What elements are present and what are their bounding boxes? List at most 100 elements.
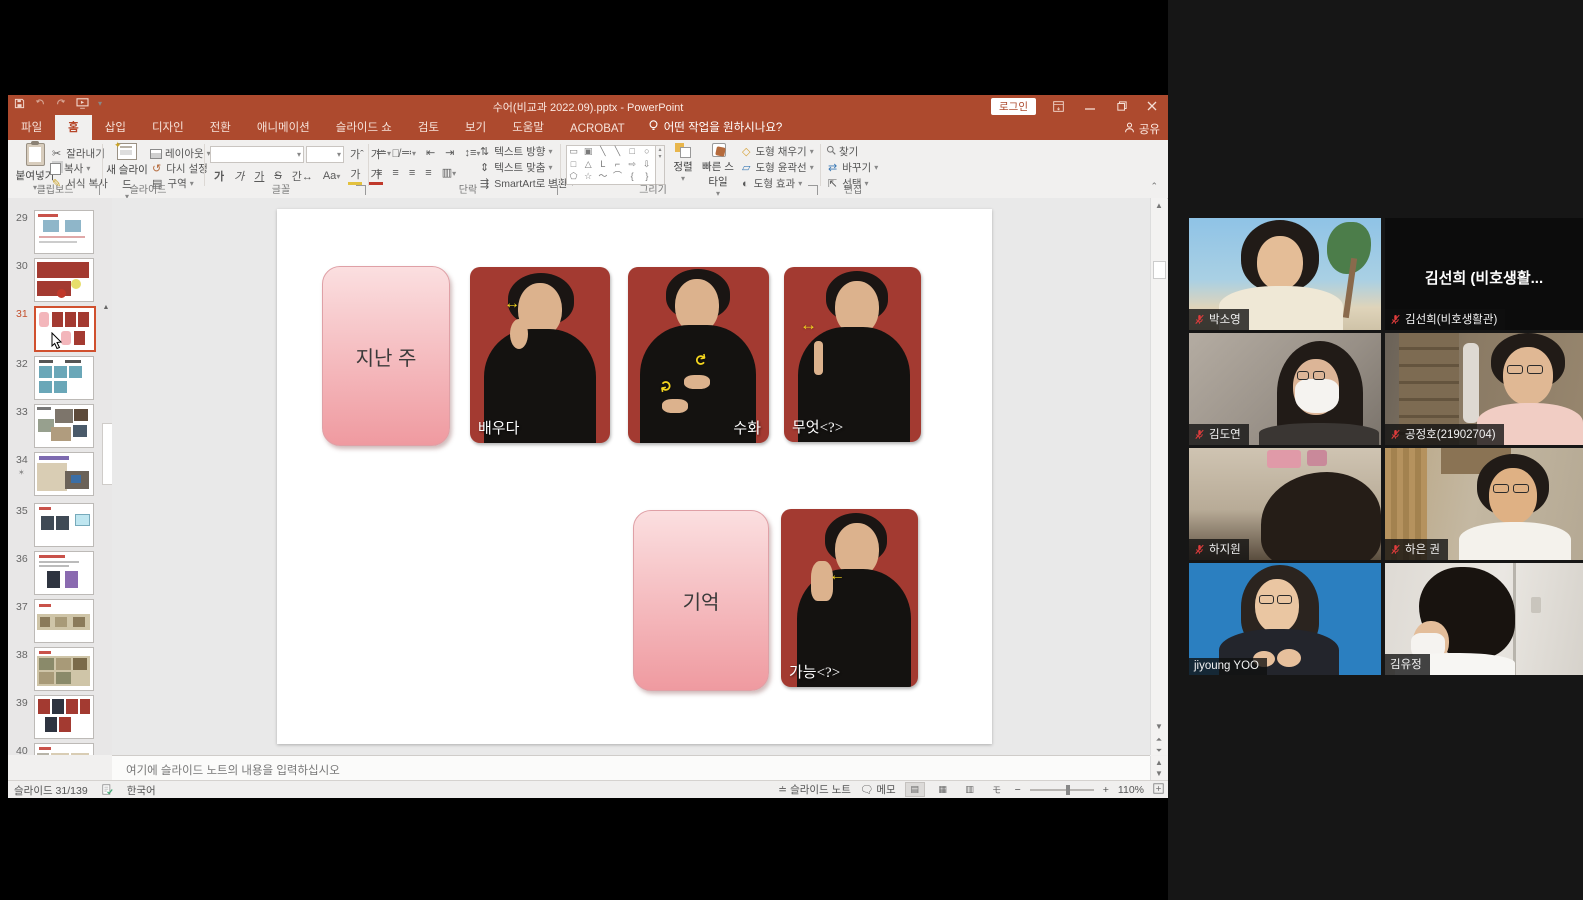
text-direction-button[interactable]: ⇅텍스트 방향▾ (478, 144, 552, 159)
notes-placeholder[interactable]: 여기에 슬라이드 노트의 내용을 입력하십시오 (126, 762, 340, 778)
thumbnail-slide-34[interactable]: 34 ✶ (8, 452, 112, 498)
shape-outline-button[interactable]: ▱도형 윤곽선▾ (740, 160, 814, 175)
tab-view[interactable]: 보기 (452, 115, 499, 140)
arrange-button[interactable]: 정렬▾ (668, 143, 698, 183)
replace-button[interactable]: ⇄바꾸기▾ (826, 160, 878, 175)
photo-can[interactable]: ← 가능<?> (781, 509, 918, 687)
slide-scrollbar[interactable]: ▲ ▼ ⏶ ⏷ (1150, 198, 1167, 755)
thumbnail-slide-32[interactable]: 32 (8, 356, 112, 400)
notes-pane[interactable]: 여기에 슬라이드 노트의 내용을 입력하십시오 ▲ ▼ (112, 755, 1150, 781)
zoom-out-icon[interactable]: − (1015, 784, 1021, 796)
highlight-color-icon[interactable]: 가 (348, 166, 362, 185)
zoom-in-icon[interactable]: + (1103, 784, 1109, 796)
shape-gallery[interactable]: ▭▣╲╲□○ □△L⌐⇨⇩ ⬠☆～⌒{} (566, 145, 656, 185)
participant-tile-parksoyoung[interactable]: 박소영 (1189, 218, 1381, 330)
notes-toggle-button[interactable]: ≐슬라이드 노트 (778, 782, 851, 797)
copy-button[interactable]: 복사▾ (50, 161, 90, 176)
thumbnail-slide-33[interactable]: 33 (8, 404, 112, 448)
participant-tile-kimdoyeon[interactable]: 김도연 (1189, 333, 1381, 445)
slideshow-view-button[interactable]: モ (988, 782, 1006, 797)
tab-home[interactable]: 홈 (55, 115, 92, 140)
participant-tile-haeunkwon[interactable]: 하은 권 (1385, 448, 1583, 560)
paragraph-dialog-launcher[interactable] (548, 185, 558, 195)
tab-animations[interactable]: 애니메이션 (244, 115, 323, 140)
font-size-combobox[interactable]: ▾ (306, 146, 344, 163)
notes-scroll-up-icon[interactable]: ▲ (1153, 758, 1165, 767)
next-slide-icon[interactable]: ⏷ (1153, 746, 1165, 756)
share-button[interactable]: 공유 (1124, 121, 1160, 137)
card-memory[interactable]: 기억 (633, 510, 769, 691)
zoom-slider[interactable] (1030, 789, 1094, 791)
collapse-ribbon-icon[interactable]: ⌃ (1150, 181, 1158, 192)
tab-design[interactable]: 디자인 (139, 115, 197, 140)
columns-icon[interactable]: ▥▾ (440, 166, 458, 179)
find-button[interactable]: 찾기 (826, 144, 858, 159)
slide-number-indicator[interactable]: 슬라이드 31/139 (14, 783, 88, 798)
tab-help[interactable]: 도움말 (499, 115, 557, 140)
participant-tile-hajiwon[interactable]: 하지원 (1189, 448, 1381, 560)
increase-indent-icon[interactable]: ⇥ (443, 146, 456, 159)
reading-view-button[interactable]: ▥ (961, 783, 979, 796)
photo-what[interactable]: ↔ 무엇<?> (784, 267, 921, 442)
cut-button[interactable]: ✂잘라내기 (50, 146, 105, 161)
restore-button[interactable] (1108, 95, 1136, 117)
layout-button[interactable]: 레이아웃▾ (150, 146, 211, 161)
shape-fill-button[interactable]: ◇도형 채우기▾ (740, 144, 814, 159)
photo-learn[interactable]: ↔ 배우다 (470, 267, 610, 443)
align-text-button[interactable]: ⇕텍스트 맞춤▾ (478, 160, 552, 175)
notes-scroll-down-icon[interactable]: ▼ (1153, 769, 1165, 778)
ribbon-display-options-icon[interactable] (1044, 95, 1072, 117)
numbering-icon[interactable]: ≕▾ (399, 146, 418, 159)
thumbnail-slide-36[interactable]: 36 (8, 551, 112, 595)
photo-sign-language[interactable]: ↻ ↻ 수화 (628, 267, 769, 443)
tab-slideshow[interactable]: 슬라이드 쇼 (323, 115, 405, 140)
spellcheck-icon[interactable] (102, 784, 113, 798)
zoom-level[interactable]: 110% (1118, 784, 1144, 796)
change-case-icon[interactable]: Aa▾ (321, 170, 342, 182)
normal-view-button[interactable]: ▤ (905, 782, 925, 797)
thumbnail-slide-31-selected[interactable]: 31 (8, 306, 112, 352)
align-left-icon[interactable]: ≡ (374, 167, 384, 179)
zoom-slider-thumb[interactable] (1066, 785, 1070, 795)
thumbnail-slide-30[interactable]: 30 (8, 258, 112, 302)
tab-file[interactable]: 파일 (8, 115, 55, 140)
card-last-week[interactable]: 지난 주 (322, 266, 450, 446)
tab-acrobat[interactable]: ACROBAT (557, 119, 638, 140)
minimize-button[interactable] (1076, 95, 1104, 117)
thumbnail-slide-39[interactable]: 39 (8, 695, 112, 739)
thumbnail-slide-29[interactable]: 29 (8, 210, 112, 254)
close-button[interactable] (1138, 95, 1166, 117)
tab-review[interactable]: 검토 (405, 115, 452, 140)
tab-insert[interactable]: 삽입 (92, 115, 139, 140)
fit-to-window-icon[interactable] (1153, 783, 1164, 797)
justify-icon[interactable]: ≡ (423, 167, 433, 179)
previous-slide-icon[interactable]: ⏶ (1153, 735, 1165, 745)
reset-button[interactable]: ↺다시 설정 (150, 161, 208, 176)
strikethrough-icon[interactable]: S (272, 170, 283, 182)
scroll-down-icon[interactable]: ▼ (1153, 722, 1165, 731)
scroll-up-icon[interactable]: ▲ (1153, 201, 1165, 210)
language-indicator[interactable]: 한국어 (127, 783, 156, 798)
font-dialog-launcher[interactable] (356, 185, 366, 195)
participant-tile-kimyujeong[interactable]: 김유정 (1385, 563, 1583, 675)
notes-scrollbar[interactable]: ▲ ▼ (1150, 756, 1167, 781)
shape-gallery-scroll[interactable]: ▴▾ (655, 145, 665, 185)
bullets-icon[interactable]: ≔▾ (374, 146, 393, 159)
slide-sorter-view-button[interactable]: ▦ (934, 783, 952, 796)
shape-effects-button[interactable]: ◐도형 효과▾ (740, 176, 802, 191)
participant-tile-kimseonhui[interactable]: 김선희 (비호생활... 김선희(비호생활관) (1385, 218, 1583, 330)
clipboard-dialog-launcher[interactable] (90, 185, 100, 195)
participant-tile-jiyoung-yoo-active-speaker[interactable]: jiyoung YOO (1189, 563, 1381, 675)
thumbnail-scroll-up-icon[interactable]: ▲ (101, 303, 111, 313)
font-name-combobox[interactable]: ▾ (210, 146, 304, 163)
align-center-icon[interactable]: ≡ (390, 167, 400, 179)
thumbnail-slide-37[interactable]: 37 (8, 599, 112, 643)
thumbnail-slide-40[interactable]: 40 (8, 743, 112, 755)
decrease-indent-icon[interactable]: ⇤ (424, 146, 437, 159)
slide[interactable]: 지난 주 ↔ 배우다 ↻ ↻ 수화 (277, 209, 992, 744)
memo-toggle-button[interactable]: 🗨메모 (860, 782, 896, 797)
bold-icon[interactable]: 가 (212, 168, 226, 184)
thumbnail-slide-38[interactable]: 38 (8, 647, 112, 691)
participant-tile-gongjeongho[interactable]: 공정호(21902704) (1385, 333, 1583, 445)
login-button[interactable]: 로그인 (991, 98, 1036, 115)
